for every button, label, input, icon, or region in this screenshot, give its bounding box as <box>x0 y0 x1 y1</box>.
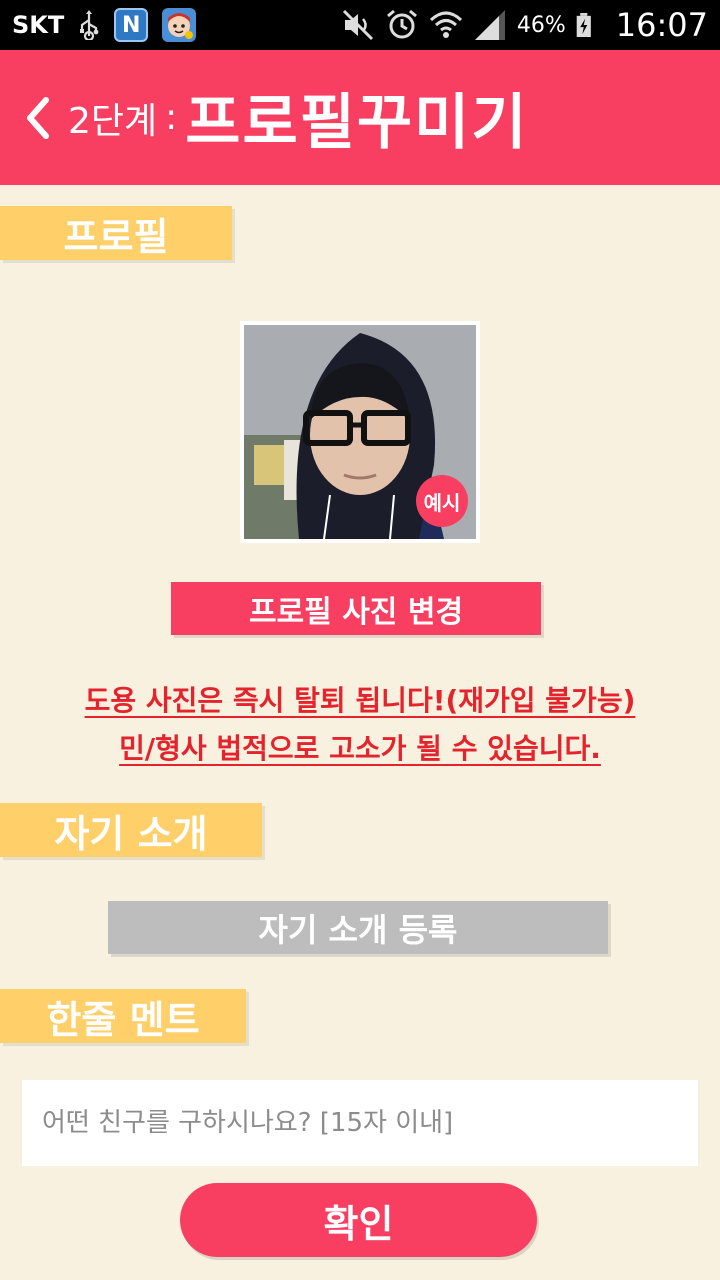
change-photo-button[interactable]: 프로필 사진 변경 <box>171 582 541 635</box>
confirm-button[interactable]: 확인 <box>180 1183 537 1257</box>
step-label: 2단계 <box>68 100 158 142</box>
page-title: 프로필꾸미기 <box>185 88 529 158</box>
register-intro-button[interactable]: 자기 소개 등록 <box>108 901 608 954</box>
section-label-comment: 한줄 멘트 <box>0 989 246 1043</box>
wifi-icon <box>429 11 462 38</box>
app-header: 2단계 : 프로필꾸미기 <box>0 50 720 185</box>
section-label-profile: 프로필 <box>0 206 232 260</box>
warning-line-1: 도용 사진은 즉시 탈퇴 됩니다!(재가입 불가능) <box>0 679 720 719</box>
header-separator: : <box>165 97 178 138</box>
profile-photo[interactable]: 예시 <box>240 321 480 543</box>
game-app-icon <box>162 8 197 42</box>
warning-line-2: 민/형사 법적으로 고소가 될 수 있습니다. <box>0 727 720 767</box>
comment-input[interactable] <box>22 1080 698 1166</box>
clock: 16:07 <box>615 6 708 44</box>
naver-app-icon: N <box>114 8 149 42</box>
section-label-intro: 자기 소개 <box>0 803 262 857</box>
example-badge: 예시 <box>416 475 468 527</box>
alarm-icon <box>386 9 417 39</box>
signal-icon <box>474 10 505 40</box>
usb-icon <box>80 10 99 40</box>
warning-text-1: 도용 사진은 즉시 탈퇴 됩니다!(재가입 불가능) <box>84 684 636 717</box>
back-arrow-icon[interactable] <box>18 88 58 148</box>
battery-icon <box>576 13 591 38</box>
warning-text-2: 민/형사 법적으로 고소가 될 수 있습니다. <box>119 732 601 765</box>
status-bar: SKT N 46% 16:07 <box>0 0 720 50</box>
battery-percent: 46% <box>516 12 566 38</box>
profile-edit-screen: SKT N 46% 16:07 2단계: 프로필꾸미기 프로필 예시 프로필 … <box>0 0 720 1280</box>
mute-icon <box>342 9 373 41</box>
carrier-label: SKT <box>12 11 65 39</box>
